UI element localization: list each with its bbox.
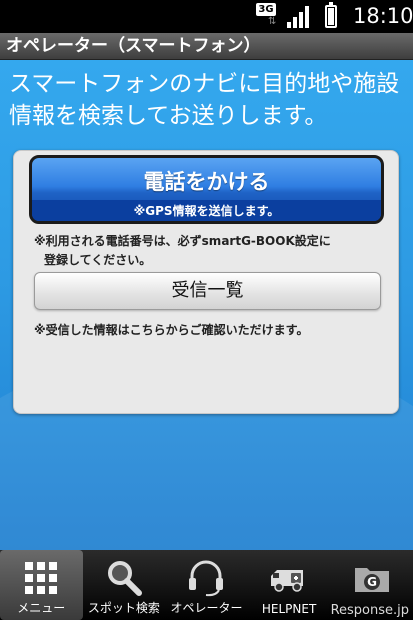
status-bar: 3G ⇅ 18:10 — [0, 0, 413, 33]
nav-item-helpnet[interactable]: HELPNET — [248, 550, 331, 620]
bottom-nav: メニュー スポット検索 オペレーター HELPNET G Response.jp — [0, 550, 413, 620]
nav-item-operator[interactable]: オペレーター — [165, 550, 248, 620]
call-button[interactable]: 電話をかける ※GPS情報を送信します。 — [29, 155, 384, 224]
nav-label-helpnet: HELPNET — [261, 602, 317, 616]
main-content: スマートフォンのナビに目的地や施設 情報を検索してお送りします。 電話をかける … — [0, 60, 413, 550]
nav-label-spot-search: スポット検索 — [87, 601, 160, 615]
battery-icon — [325, 2, 337, 28]
nav-item-menu[interactable]: メニュー — [0, 550, 83, 620]
watermark: Response.jp — [330, 603, 409, 618]
inbox-button[interactable]: 受信一覧 — [34, 272, 381, 310]
call-button-label: 電話をかける — [143, 170, 270, 194]
signal-strength-icon — [287, 6, 313, 28]
headline-line-1: スマートフォンのナビに目的地や施設 — [9, 71, 400, 97]
headline: スマートフォンのナビに目的地や施設 情報を検索してお送りします。 — [9, 68, 409, 132]
nav-item-spot-search[interactable]: スポット検索 — [83, 550, 166, 620]
operator-panel: 電話をかける ※GPS情報を送信します。 ※利用される電話番号は、必ずsmart… — [13, 150, 399, 414]
status-time: 18:10 — [353, 4, 413, 28]
phone-number-note-line-2: 登録してください。 — [44, 253, 152, 267]
nav-label-operator: オペレーター — [170, 601, 243, 615]
network-type-badge: 3G — [256, 3, 276, 16]
inbox-note: ※受信した情報はこちらからご確認いただけます。 — [34, 323, 309, 337]
headline-line-2: 情報を検索してお送りします。 — [9, 103, 328, 129]
magnifier-icon — [107, 561, 142, 596]
headset-icon — [189, 560, 224, 597]
g-folder-icon: G — [354, 568, 389, 592]
data-activity-icon: ⇅ — [268, 16, 277, 27]
phone-number-note-line-1: ※利用される電話番号は、必ずsmartG-BOOK設定に — [34, 234, 331, 248]
page-title: オペレーター（スマートフォン） — [0, 33, 413, 60]
ambulance-icon — [271, 570, 304, 592]
grid-icon — [25, 562, 58, 594]
nav-label-menu: メニュー — [17, 601, 66, 615]
svg-text:G: G — [367, 575, 377, 589]
call-button-sublabel: ※GPS情報を送信します。 — [32, 200, 381, 221]
phone-number-note: ※利用される電話番号は、必ずsmartG-BOOK設定に 登録してください。 — [34, 232, 390, 270]
